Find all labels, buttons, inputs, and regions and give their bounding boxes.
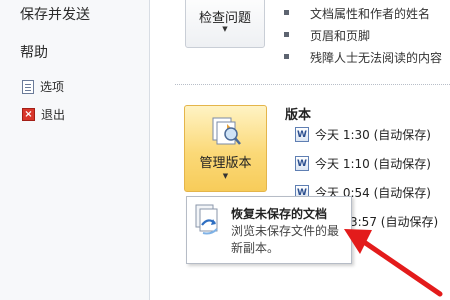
chevron-down-icon: ▼ [222,25,228,33]
word-document-icon: W [295,127,309,142]
list-item: 残障人士无法阅读的内容 [283,49,443,66]
version-item[interactable]: W 今天 1:30 (自动保存) [295,126,431,143]
list-item: 页眉和页脚 [283,27,371,44]
version-item[interactable]: W 今天 1:10 (自动保存) [295,155,431,172]
version-item-label: 3:57 (自动保存) [350,215,439,229]
nav-options[interactable]: 选项 [22,78,64,95]
nav-exit-label: 退出 [41,108,66,122]
versions-title: 版本 [285,108,312,123]
manage-versions-button[interactable]: 管理版本 ▼ [184,105,267,192]
list-item: 文档属性和作者的姓名 [283,5,431,22]
nav-help[interactable]: 帮助 [20,42,48,62]
manage-versions-dropdown: 恢复未保存的文档 浏览未保存文件的最新副本。 [186,196,352,264]
inspect-document-button[interactable]: 检查问题 ▼ [185,0,265,48]
list-item-text: 残障人士无法阅读的内容 [310,51,443,65]
list-item-text: 页眉和页脚 [310,29,371,43]
recover-unsaved-documents-item[interactable]: 恢复未保存的文档 浏览未保存文件的最新副本。 [187,197,351,263]
nav-options-label: 选项 [40,80,65,94]
options-icon [22,79,34,94]
list-item-text: 文档属性和作者的姓名 [310,7,431,21]
backstage-nav: 保存并发送 帮助 选项 × 退出 [0,0,150,300]
recover-document-icon [195,204,218,235]
version-item-label: 今天 1:30 (自动保存) [315,128,431,142]
nav-save-and-send[interactable]: 保存并发送 [20,4,90,24]
manage-versions-label: 管理版本 [199,156,252,171]
nav-exit[interactable]: × 退出 [22,106,65,123]
recover-unsaved-title: 恢复未保存的文档 [231,207,328,221]
chevron-down-icon: ▼ [222,172,229,180]
recover-unsaved-description: 浏览未保存文件的最新副本。 [231,224,340,255]
word-document-icon: W [295,156,309,171]
section-divider [175,84,450,85]
inspect-document-label: 检查问题 [198,11,251,26]
manage-versions-icon [212,117,241,145]
version-item[interactable]: 3:57 (自动保存) [350,213,438,230]
version-item-label: 今天 1:10 (自动保存) [315,157,431,171]
exit-icon: × [22,108,35,121]
